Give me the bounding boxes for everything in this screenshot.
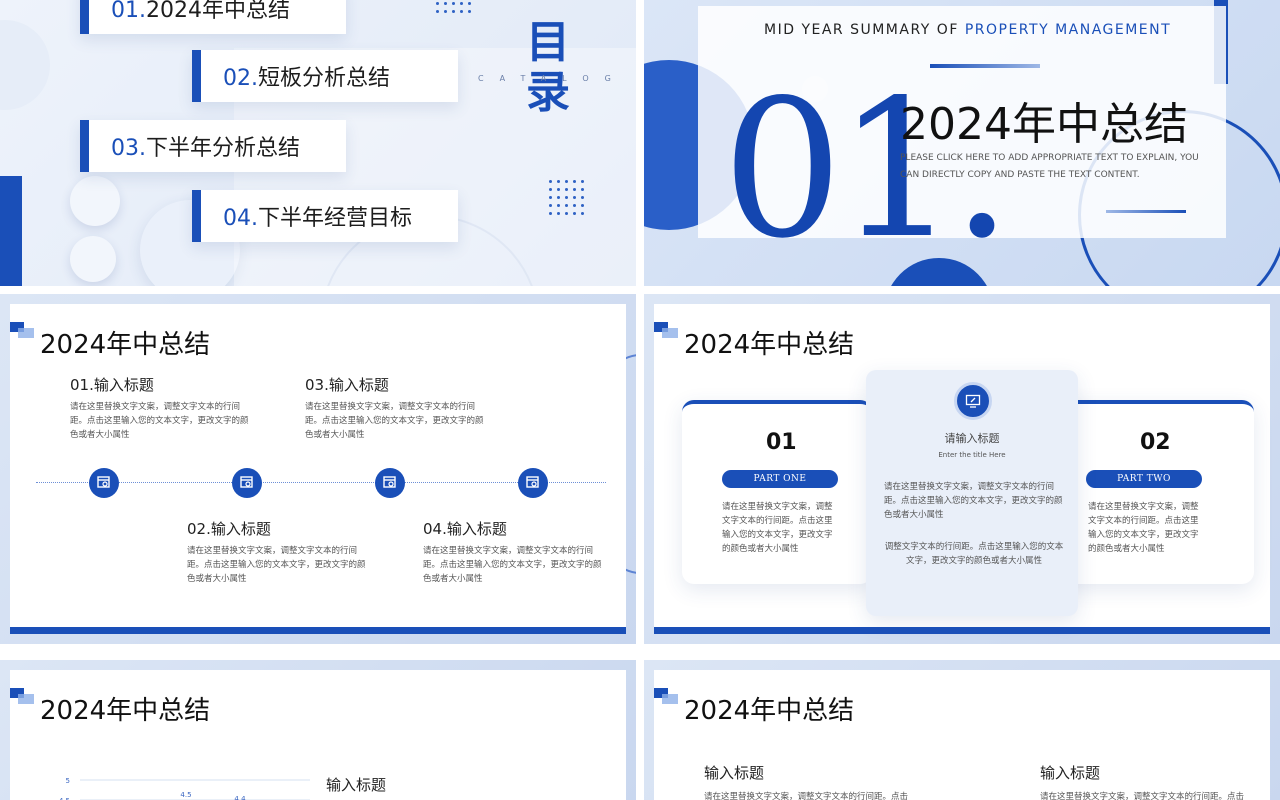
part-body: 请在这里替换文字文案，调整文字文本的行间距。点击这里输入您的文本文字，更改文字的… [1088, 502, 1199, 554]
slide-chart[interactable]: 2024年中总结 54.54.34.54.4 输入标题 [0, 660, 636, 800]
part-body: 请在这里替换文字文案，调整文字文本的行间距。点击这里输入您的文本文字，更改文字的… [722, 502, 833, 554]
decor-dot-grid [549, 180, 584, 215]
monitor-edit-icon [954, 382, 992, 420]
timeline-body-2: 请在这里替换文字文案，调整文字文本的行间距。点击这里输入您的文本文字，更改文字的… [187, 546, 366, 584]
timeline-node[interactable] [518, 468, 548, 498]
y-tick-label: 5 [66, 777, 70, 785]
catalog-item-bar [80, 0, 89, 34]
center-subheading: Enter the title Here [938, 451, 1006, 459]
bar-chart: 54.54.34.54.4 [59, 777, 310, 800]
timeline-body-3: 请在这里替换文字文案，调整文字文本的行间距。点击这里输入您的文本文字，更改文字的… [305, 402, 484, 440]
calendar-search-icon [240, 476, 253, 488]
title-marker [654, 322, 678, 338]
decor-circle [70, 176, 120, 226]
timeline-body-1: 请在这里替换文字文案，调整文字文本的行间距。点击这里输入您的文本文字，更改文字的… [70, 402, 249, 440]
catalog-item-3[interactable]: 03.下半年分析总结 [80, 120, 346, 172]
catalog-item-label: 下半年分析总结 [146, 136, 301, 161]
title-marker [654, 688, 678, 704]
footer-bar [654, 627, 1270, 634]
section-title: 2024年中总结 [900, 99, 1188, 150]
catalog-item-number: 03. [111, 136, 146, 161]
catalog-item-label: 2024年中总结 [146, 0, 290, 23]
part-pill: PART TWO [1086, 470, 1202, 488]
slide-thumbnail-grid: 01.2024年中总结 02.短板分析总结 03.下半年分析总结 04.下半年经… [0, 0, 1280, 800]
part-number: 02 [1140, 430, 1171, 455]
catalog-item-number: 02. [223, 66, 258, 91]
slide-timeline[interactable]: 2024年中总结 01.输入标题 请在这里替换文字文案，调整文字文本的行间距。点… [0, 294, 636, 644]
catalog-item-number: 04. [223, 206, 258, 231]
center-body-1: 请在这里替换文字文案，调整文字文本的行间距。点击这里输入您的文本文字，更改文字的… [884, 482, 1063, 520]
slide-catalog[interactable]: 01.2024年中总结 02.短板分析总结 03.下半年分析总结 04.下半年经… [0, 0, 636, 286]
center-heading: 请输入标题 [944, 432, 1000, 445]
part-card-left[interactable]: 01 PART ONE 请在这里替换文字文案，调整文字文本的行间距。点击这里输入… [682, 400, 872, 584]
slide-panel: 2024年中总结 54.54.34.54.4 输入标题 [10, 670, 626, 800]
slide-title: 2024年中总结 [684, 696, 855, 726]
slide-panel: 2024年中总结 输入标题 请在这里替换文字文案，调整文字文本的行间距。点击这里… [654, 670, 1270, 800]
chart-side-heading: 输入标题 [326, 776, 387, 794]
catalog-item-bar [192, 50, 201, 102]
data-label: 4.5 [180, 791, 191, 799]
decor-bar [0, 176, 22, 286]
catalog-item-bar [192, 190, 201, 242]
catalog-item-1[interactable]: 01.2024年中总结 [80, 0, 346, 34]
title-marker [10, 322, 34, 338]
slide-panel: 2024年中总结 01 PART ONE 请在这里替换文字文案，调整文字文本的行… [654, 304, 1270, 634]
catalog-item-label: 下半年经营目标 [258, 206, 413, 231]
catalog-item-label: 短板分析总结 [258, 66, 391, 91]
catalog-item-4[interactable]: 04.下半年经营目标 [192, 190, 458, 242]
slide-section-cover[interactable]: MID YEAR SUMMARY OF PROPERTY MANAGEMENT … [644, 0, 1280, 286]
section-header: MID YEAR SUMMARY OF PROPERTY MANAGEMENT [764, 22, 1171, 38]
timeline-heading-1: 01.输入标题 [70, 376, 154, 394]
section-header-highlight: PROPERTY MANAGEMENT [964, 22, 1172, 38]
timeline-node[interactable] [375, 468, 405, 498]
catalog-item-bar [80, 120, 89, 172]
slide-title: 2024年中总结 [684, 330, 855, 360]
text-heading-left: 输入标题 [704, 764, 765, 782]
timeline-heading-2: 02.输入标题 [187, 520, 271, 538]
calendar-search-icon [383, 476, 396, 488]
decor-line [1106, 210, 1186, 213]
text-body-left: 请在这里替换文字文案，调整文字文本的行间距。点击这里输入您的文本文字，更改文字的… [704, 792, 909, 800]
timeline-heading-3: 03.输入标题 [305, 376, 389, 394]
timeline-heading-4: 04.输入标题 [423, 520, 507, 538]
catalog-item-2[interactable]: 02.短板分析总结 [192, 50, 458, 102]
catalog-item-number: 01. [111, 0, 146, 23]
decor-circle [70, 236, 116, 282]
slide-title: 2024年中总结 [40, 330, 211, 360]
timeline-node[interactable] [89, 468, 119, 498]
data-label: 4.4 [234, 795, 246, 800]
title-marker [10, 688, 34, 704]
calendar-search-icon [526, 476, 539, 488]
slide-parts[interactable]: 2024年中总结 01 PART ONE 请在这里替换文字文案，调整文字文本的行… [644, 294, 1280, 644]
section-description: PLEASE CLICK HERE TO ADD APPROPRIATE TEX… [900, 153, 1199, 180]
part-pill: PART ONE [722, 470, 838, 488]
decor-dot-grid [436, 2, 471, 13]
slide-text[interactable]: 2024年中总结 输入标题 请在这里替换文字文案，调整文字文本的行间距。点击这里… [644, 660, 1280, 800]
part-card-right[interactable]: 02 PART TWO 请在这里替换文字文案，调整文字文本的行间距。点击这里输入… [1064, 400, 1254, 584]
text-body-right: 请在这里替换文字文案，调整文字文本的行间距。点击这里输入您的文本文字，更改文字的… [1040, 792, 1245, 800]
timeline-body-4: 请在这里替换文字文案，调整文字文本的行间距。点击这里输入您的文本文字，更改文字的… [423, 546, 602, 584]
catalog-subtitle: CATALOG [478, 74, 627, 83]
center-body-2: 调整文字文本的行间距。点击这里输入您的文本文字，更改文字的颜色或者大小属性 [884, 542, 1064, 566]
catalog-title: 目录 [526, 17, 570, 118]
part-number: 01 [766, 430, 797, 455]
calendar-search-icon [97, 476, 110, 488]
timeline-node[interactable] [232, 468, 262, 498]
center-card[interactable]: 请输入标题 Enter the title Here 请在这里替换文字文案，调整… [866, 370, 1078, 616]
decor-circle [0, 20, 50, 110]
slide-title: 2024年中总结 [40, 696, 211, 726]
slide-panel: 2024年中总结 01.输入标题 请在这里替换文字文案，调整文字文本的行间距。点… [10, 304, 626, 634]
footer-bar [10, 627, 626, 634]
section-header-text: MID YEAR SUMMARY OF [764, 22, 965, 38]
text-heading-right: 输入标题 [1040, 764, 1101, 782]
